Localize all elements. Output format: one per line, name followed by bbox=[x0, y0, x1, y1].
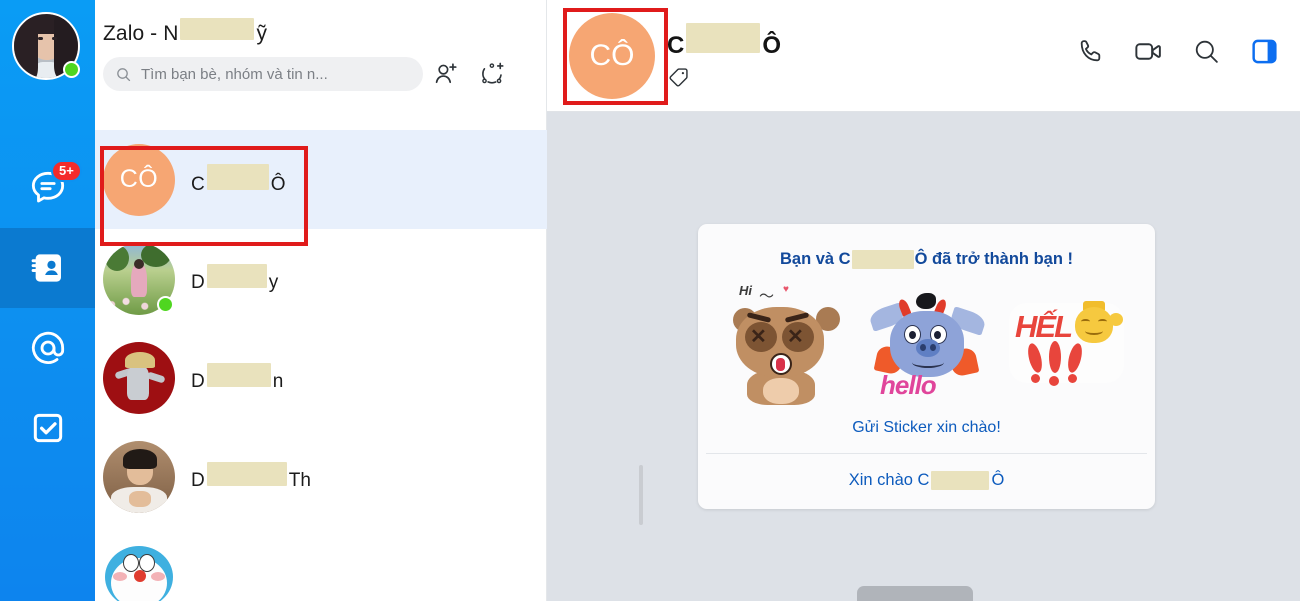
contact-name-prefix: D bbox=[191, 271, 205, 293]
list-item[interactable]: D y bbox=[95, 229, 547, 328]
bear-hi-sticker[interactable]: Hi 〜 ♥ ✕ ✕ bbox=[725, 281, 850, 405]
search-icon bbox=[117, 67, 131, 81]
window-title: Zalo - N ỹ bbox=[95, 0, 546, 46]
sidebar-item-messages[interactable]: 5+ bbox=[0, 148, 95, 228]
avatar bbox=[103, 341, 175, 414]
avatar: CÔ bbox=[103, 143, 175, 216]
contacts-book-icon bbox=[31, 254, 61, 282]
avatar-initials: CÔ bbox=[103, 143, 175, 216]
say-hello-link[interactable]: Xin chào C Ô bbox=[698, 454, 1155, 509]
online-status-dot bbox=[63, 61, 80, 78]
chat-name-suffix: Ô bbox=[762, 31, 782, 59]
avatar bbox=[103, 242, 175, 315]
send-sticker-link[interactable]: Gửi Sticker xin chào! bbox=[698, 403, 1155, 453]
redacted-block bbox=[206, 362, 271, 387]
contact-name: D y bbox=[191, 263, 279, 294]
avatar bbox=[103, 440, 175, 513]
hello-text-sticker[interactable]: HẾL bbox=[1003, 281, 1128, 403]
chat-pane: CÔ C Ô Bạn và C Ô đã trở thành bạn ! Hi … bbox=[547, 0, 1300, 601]
contact-name-suffix: n bbox=[272, 370, 284, 392]
redacted-block bbox=[931, 471, 990, 490]
search-placeholder: Tìm bạn bè, nhóm và tin n... bbox=[141, 65, 328, 83]
redacted-block bbox=[206, 263, 267, 288]
avatar bbox=[103, 539, 175, 601]
list-item[interactable] bbox=[95, 526, 547, 601]
messages-unread-badge: 5+ bbox=[51, 160, 82, 182]
left-nav-rail: 5+ bbox=[0, 0, 95, 601]
contact-name-prefix: D bbox=[191, 469, 205, 491]
profile-avatar-button[interactable] bbox=[12, 12, 80, 80]
add-person-icon bbox=[435, 63, 457, 84]
chat-contact-name: C Ô bbox=[667, 22, 782, 60]
tag-icon[interactable] bbox=[667, 66, 690, 89]
sticker-row: Hi 〜 ♥ ✕ ✕ hello HẾL bbox=[698, 281, 1155, 405]
say-hello-suffix: Ô bbox=[991, 471, 1005, 489]
chat-action-buttons bbox=[1076, 36, 1280, 67]
blue-monster-hello-sticker[interactable]: hello bbox=[864, 281, 989, 403]
greeting-title-suffix: Ô đã trở thành bạn ! bbox=[914, 250, 1073, 268]
sidebar-item-mentions[interactable] bbox=[0, 308, 95, 388]
chat-subtitle bbox=[667, 66, 781, 89]
contact-name-prefix: D bbox=[191, 370, 205, 392]
friendship-greeting-card: Bạn và C Ô đã trở thành bạn ! Hi〜♥ ✕✕ bbox=[698, 224, 1155, 509]
add-friend-button[interactable] bbox=[423, 54, 469, 94]
list-item[interactable] bbox=[95, 106, 547, 130]
nav-item-list: 5+ bbox=[0, 148, 95, 468]
redacted-block bbox=[206, 163, 269, 190]
sidebar-item-contacts[interactable] bbox=[0, 228, 95, 308]
say-hello-prefix: Xin chào C bbox=[848, 471, 930, 489]
redacted-block bbox=[686, 22, 761, 53]
list-item[interactable]: D Th bbox=[95, 427, 547, 526]
search-icon[interactable] bbox=[1192, 37, 1221, 66]
contact-list-panel: Zalo - N ỹ Tìm bạn bè, nhóm và tin n... bbox=[95, 0, 643, 601]
contact-list-scrollbar[interactable] bbox=[639, 465, 643, 525]
sidebar-item-tasks[interactable] bbox=[0, 388, 95, 468]
add-group-button[interactable] bbox=[469, 54, 515, 94]
avatar bbox=[103, 106, 175, 130]
search-row: Tìm bạn bè, nhóm và tin n... bbox=[95, 46, 546, 94]
contact-scroll-area[interactable]: CÔ C Ô D y D n D Th bbox=[95, 106, 547, 601]
compose-bar-handle[interactable] bbox=[857, 586, 973, 601]
video-camera-icon[interactable] bbox=[1133, 36, 1164, 67]
online-status-dot bbox=[157, 295, 174, 313]
checkbox-task-icon bbox=[33, 413, 62, 443]
contact-name-suffix: Ô bbox=[270, 173, 286, 195]
search-input[interactable]: Tìm bạn bè, nhóm và tin n... bbox=[103, 57, 423, 91]
redacted-block bbox=[851, 250, 914, 269]
greeting-title: Bạn và C Ô đã trở thành bạn ! bbox=[698, 250, 1155, 269]
window-title-suffix: ỹ bbox=[256, 22, 268, 45]
chat-meta: C Ô bbox=[667, 22, 782, 89]
phone-call-icon[interactable] bbox=[1076, 37, 1105, 66]
sticker-caption: hello bbox=[880, 370, 937, 400]
contact-name-suffix: Th bbox=[288, 469, 311, 491]
chat-avatar[interactable]: CÔ bbox=[569, 12, 655, 99]
contact-name: C Ô bbox=[191, 163, 286, 196]
list-item[interactable]: D n bbox=[95, 328, 547, 427]
redacted-block bbox=[206, 461, 287, 486]
list-item-selected[interactable]: CÔ C Ô bbox=[95, 130, 547, 229]
add-group-icon bbox=[482, 62, 504, 84]
chat-message-area: Bạn và C Ô đã trở thành bạn ! Hi〜♥ ✕✕ bbox=[547, 113, 1300, 601]
side-panel-icon[interactable] bbox=[1249, 36, 1280, 67]
contact-name: D n bbox=[191, 362, 284, 393]
chat-name-prefix: C bbox=[667, 31, 685, 59]
zalo-app-window: 5+ Zalo - N ỹ Tìm bạn bè, nhóm và tin n.… bbox=[0, 0, 1300, 601]
chat-header: CÔ C Ô bbox=[547, 0, 1300, 112]
at-mention-icon bbox=[31, 331, 64, 364]
window-title-prefix: Zalo - N bbox=[103, 22, 179, 45]
greeting-title-prefix: Bạn và C bbox=[779, 250, 851, 268]
contact-name-prefix: C bbox=[191, 173, 205, 195]
contact-name-suffix: y bbox=[268, 271, 279, 293]
contact-name: D Th bbox=[191, 461, 311, 492]
redacted-block bbox=[180, 18, 255, 40]
